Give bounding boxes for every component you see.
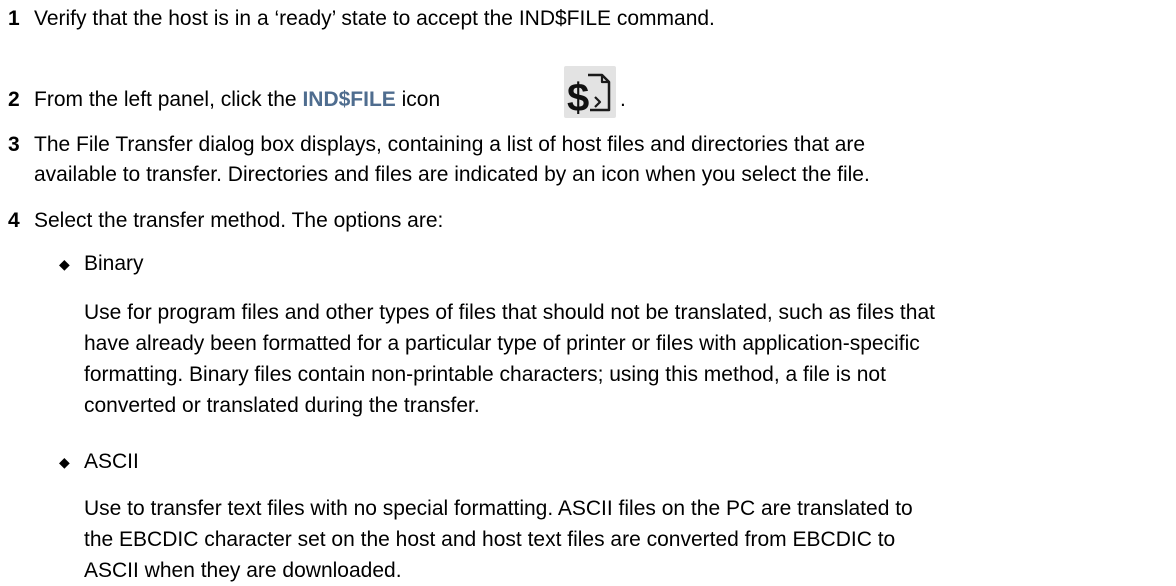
step-2-period: . [620, 85, 626, 115]
step-4: 4 Select the transfer method. The options… [8, 206, 443, 236]
ind-file-transfer-icon: $ [564, 66, 616, 120]
step-3-continuation: available to transfer. Directories and f… [34, 160, 870, 190]
step-text-line-2: available to transfer. Directories and f… [34, 163, 870, 186]
option-label-binary: Binary [84, 252, 144, 275]
step-number: 3 [8, 133, 20, 156]
diamond-bullet-icon: ◆ [59, 256, 70, 272]
description-line: have already been formatted for a partic… [84, 332, 920, 355]
step-number: 4 [8, 209, 20, 232]
description-line: converted or translated during the trans… [84, 394, 480, 417]
diamond-bullet-icon: ◆ [59, 454, 70, 470]
step-text: Verify that the host is in a ‘ready’ sta… [34, 7, 715, 30]
step-trailing-period: . [620, 88, 626, 111]
step-text-before: From the left panel, click the [34, 88, 303, 111]
description-line: the EBCDIC character set on the host and… [84, 528, 896, 551]
description-line: formatting. Binary files contain non-pri… [84, 363, 886, 386]
description-line: ASCII when they are downloaded. [84, 559, 402, 582]
step-text-line-1: The File Transfer dialog box displays, c… [34, 133, 866, 156]
option-label-ascii: ASCII [84, 450, 139, 473]
option-description-ascii: Use to transfer text files with no speci… [84, 493, 1169, 586]
ind-file-link-text: IND$FILE [302, 88, 396, 111]
step-number: 1 [8, 7, 20, 30]
option-description-binary: Use for program files and other types of… [84, 297, 1169, 421]
step-2: 2 From the left panel, click the IND$FILE… [8, 85, 440, 115]
step-3: 3 The File Transfer dialog box displays, … [8, 130, 865, 160]
description-line: Use to transfer text files with no speci… [84, 497, 913, 520]
step-1: 1 Verify that the host is in a ‘ready’ st… [8, 4, 715, 34]
description-line: Use for program files and other types of… [84, 301, 935, 324]
step-text-after: icon [395, 88, 441, 111]
step-number: 2 [8, 88, 20, 111]
svg-text:$: $ [567, 76, 589, 118]
step-text: Select the transfer method. The options … [34, 209, 444, 232]
